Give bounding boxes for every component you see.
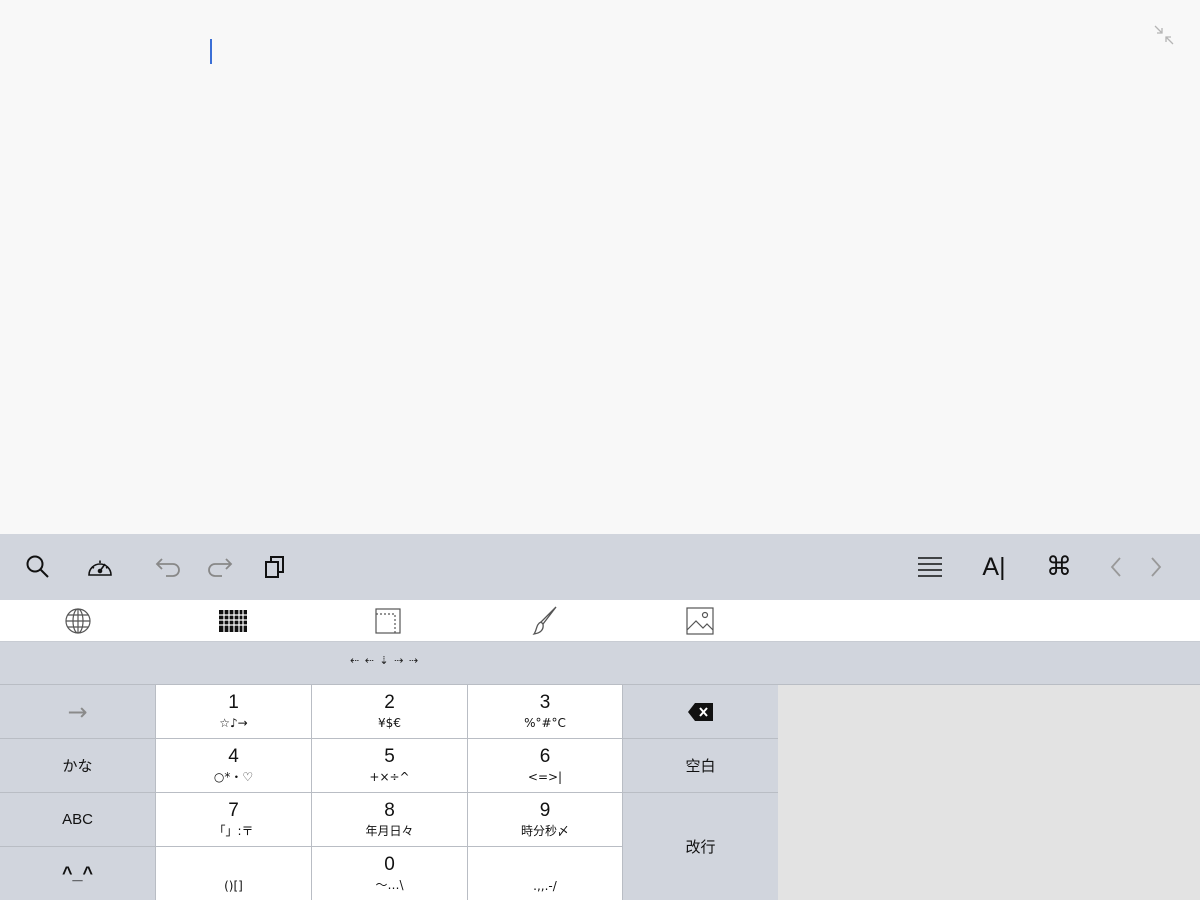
key-main-label: 7 (228, 800, 239, 821)
key-main-label: 1 (228, 692, 239, 713)
text-caret (210, 39, 212, 64)
return-label: 改行 (685, 838, 716, 856)
minimize-arrows-icon[interactable] (1153, 24, 1175, 46)
backspace-key[interactable] (623, 685, 778, 738)
key-8[interactable]: 8 年月日々 (312, 793, 467, 846)
backspace-icon (687, 702, 713, 721)
search-icon[interactable] (16, 534, 60, 600)
key-main-label: 5 (384, 746, 395, 767)
speedometer-icon[interactable] (78, 534, 122, 600)
right-arrow-icon: → (67, 697, 88, 726)
key-main-label: 0 (384, 854, 395, 875)
key-brackets[interactable]: ()[] (156, 847, 311, 900)
key-sub-label: ¥$€ (378, 716, 401, 730)
key-sub-label: 「」:〒 (213, 824, 254, 838)
abc-label: ABC (62, 811, 93, 828)
key-4[interactable]: 4 ○*・♡ (156, 739, 311, 792)
return-key[interactable]: 改行 (623, 793, 778, 900)
copy-icon[interactable] (253, 534, 297, 600)
key-sub-label: ○*・♡ (213, 770, 254, 784)
redo-icon[interactable] (199, 534, 243, 600)
key-sub-label: +×÷^ (369, 770, 410, 784)
tab-arrow-key[interactable]: → (0, 685, 155, 738)
emoticon-key[interactable]: ^_^ (0, 847, 155, 900)
keyboard-mode-tabs (0, 600, 1200, 642)
key-main-label: 9 (539, 800, 551, 821)
key-1[interactable]: 1 ☆♪→ (156, 685, 311, 738)
cursor-arrows[interactable]: ⇠ ⇠ ⇣ ⇢ ⇢ (350, 654, 419, 667)
key-sub-label: 〜…\ (375, 878, 404, 892)
key-sub-label: 時分秒〆 (520, 824, 569, 838)
page-margin-icon[interactable] (366, 600, 410, 641)
key-main-label: 6 (539, 746, 551, 767)
globe-icon[interactable] (56, 600, 100, 641)
text-cursor-icon[interactable]: A| (972, 534, 1016, 600)
key-5[interactable]: 5 +×÷^ (312, 739, 467, 792)
text-cursor-label: A| (982, 552, 1006, 581)
key-0[interactable]: 0 〜…\ (312, 847, 467, 900)
kana-label: かな (62, 757, 93, 775)
key-7[interactable]: 7 「」:〒 (156, 793, 311, 846)
cursor-arrow-bar: ⇠ ⇠ ⇣ ⇢ ⇢ (0, 642, 1200, 685)
keyboard-empty-area (778, 685, 1200, 900)
command-glyph: ⌘ (1046, 552, 1072, 582)
editor-toolbar: A| ⌘ (0, 534, 1200, 600)
chevron-left-icon[interactable] (1100, 534, 1132, 600)
emoticon-label: ^_^ (61, 863, 94, 883)
key-3[interactable]: 3 %°#°C (468, 685, 622, 738)
key-6[interactable]: 6 <=>| (468, 739, 622, 792)
key-2[interactable]: 2 ¥$€ (312, 685, 467, 738)
align-justify-icon[interactable] (908, 534, 952, 600)
key-sub-label: 年月日々 (365, 824, 414, 838)
key-punctuation[interactable]: .,,.-/ (468, 847, 622, 900)
text-editor-area[interactable] (0, 0, 1200, 534)
brush-icon[interactable] (523, 600, 567, 641)
image-icon[interactable] (678, 600, 722, 641)
key-main-label: 8 (384, 800, 395, 821)
space-label: 空白 (685, 757, 716, 775)
key-sub-label: .,,.-/ (533, 879, 557, 893)
abc-key[interactable]: ABC (0, 793, 155, 846)
key-sub-label: ()[] (224, 879, 243, 893)
space-key[interactable]: 空白 (623, 739, 778, 792)
kana-key[interactable]: かな (0, 739, 155, 792)
command-icon[interactable]: ⌘ (1037, 534, 1081, 600)
key-main-label: 3 (539, 692, 551, 713)
keypad-grid-icon[interactable] (211, 600, 255, 641)
undo-icon[interactable] (145, 534, 189, 600)
key-main-label: 4 (228, 746, 239, 767)
key-9[interactable]: 9 時分秒〆 (468, 793, 622, 846)
key-sub-label: <=>| (527, 770, 563, 784)
numeric-keypad: → かな ABC ^_^ 1 ☆♪→ 2 ¥$€ 3 %°#°C 4 ○*・♡ … (0, 685, 778, 900)
chevron-right-icon[interactable] (1140, 534, 1172, 600)
key-main-label: 2 (384, 692, 395, 713)
key-sub-label: %°#°C (524, 716, 566, 730)
key-sub-label: ☆♪→ (219, 716, 248, 730)
